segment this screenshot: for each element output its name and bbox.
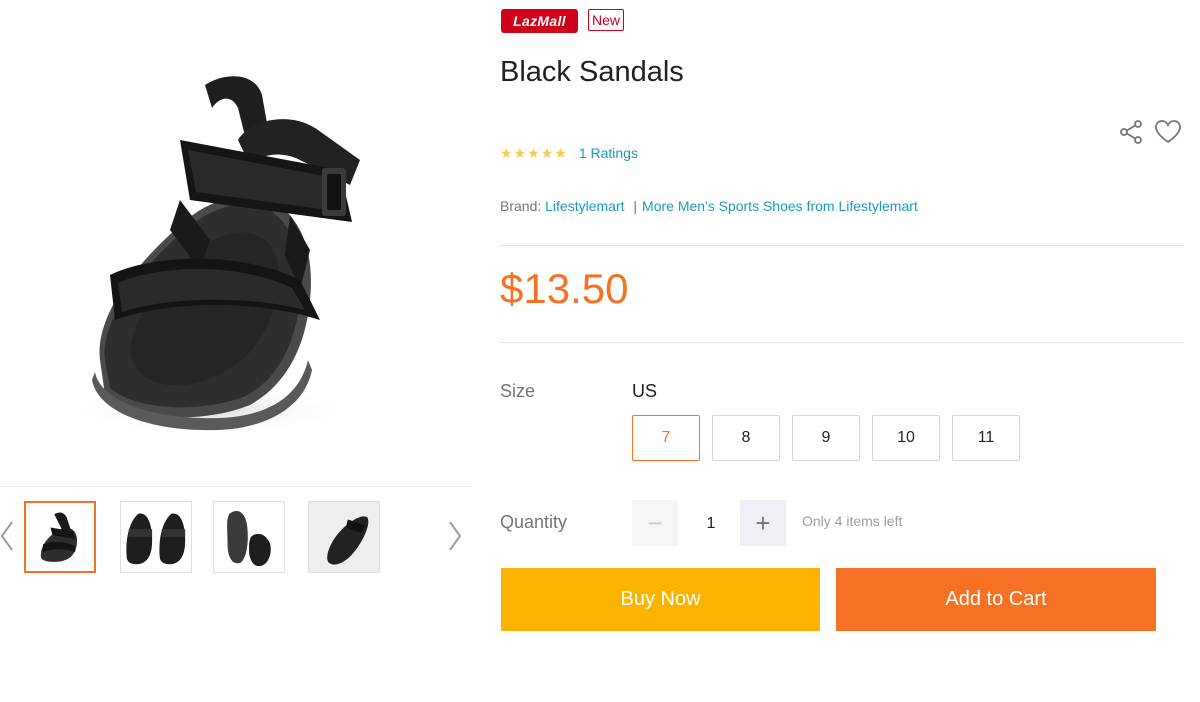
brand-row: Brand: Lifestylemart | More Men's Sports … [500, 198, 918, 214]
sandal-pair-thumb-image [121, 502, 191, 572]
sandal-thumb-image [26, 503, 94, 571]
star-icon: ★ [540, 145, 554, 161]
sandal-image [70, 76, 360, 434]
heart-icon[interactable] [1154, 119, 1182, 145]
more-from-brand-link[interactable]: More Men's Sports Shoes from Lifestylema… [642, 198, 918, 214]
sandal-sole-thumb-image [214, 502, 284, 572]
chevron-left-icon[interactable] [0, 516, 20, 556]
size-option-8[interactable]: 8 [712, 415, 780, 461]
quantity-input[interactable] [680, 500, 742, 548]
thumbnail-1[interactable] [24, 501, 96, 573]
quantity-increase-button[interactable]: + [740, 500, 786, 546]
lazmall-badge: LazMall [501, 9, 578, 33]
star-icon: ★ [513, 145, 527, 161]
buy-now-button[interactable]: Buy Now [501, 568, 820, 631]
size-option-10[interactable]: 10 [872, 415, 940, 461]
size-system-label: US [632, 381, 658, 401]
ratings-link[interactable]: 1 Ratings [579, 145, 638, 161]
size-option-7[interactable]: 7 [632, 415, 700, 461]
size-option-9[interactable]: 9 [792, 415, 860, 461]
brand-label: Brand: [500, 198, 542, 214]
size-option-11[interactable]: 11 [952, 415, 1020, 461]
add-to-cart-button[interactable]: Add to Cart [836, 568, 1156, 631]
size-label: Size [500, 381, 536, 401]
star-icon: ★ [554, 145, 567, 161]
chevron-right-icon[interactable] [448, 516, 468, 556]
star-icon: ★ [500, 145, 513, 161]
new-badge: New [588, 9, 625, 31]
quantity-decrease-button[interactable]: − [632, 500, 678, 546]
product-title: Black Sandals [500, 56, 684, 88]
divider [500, 342, 1184, 343]
stock-note: Only 4 items left [802, 513, 903, 529]
brand-separator: | [633, 198, 638, 214]
divider [500, 245, 1184, 246]
thumbnail-3[interactable] [213, 501, 285, 573]
quantity-label: Quantity [500, 512, 568, 532]
thumbnail-4[interactable] [308, 501, 380, 573]
brand-link[interactable]: Lifestylemart [545, 198, 624, 214]
rating-row: ★ ★ ★ ★ ★ 1 Ratings [500, 142, 638, 164]
product-main-image[interactable] [0, 0, 472, 480]
star-icon: ★ [527, 145, 540, 161]
thumbnail-2[interactable] [120, 501, 192, 573]
gallery-divider [0, 486, 472, 487]
share-icon[interactable] [1118, 119, 1144, 145]
size-options: 7 8 9 10 11 [632, 415, 1020, 461]
star-rating: ★ ★ ★ ★ ★ [500, 146, 567, 160]
product-price: $13.50 [500, 265, 629, 312]
sandal-side-thumb-image [309, 502, 379, 572]
